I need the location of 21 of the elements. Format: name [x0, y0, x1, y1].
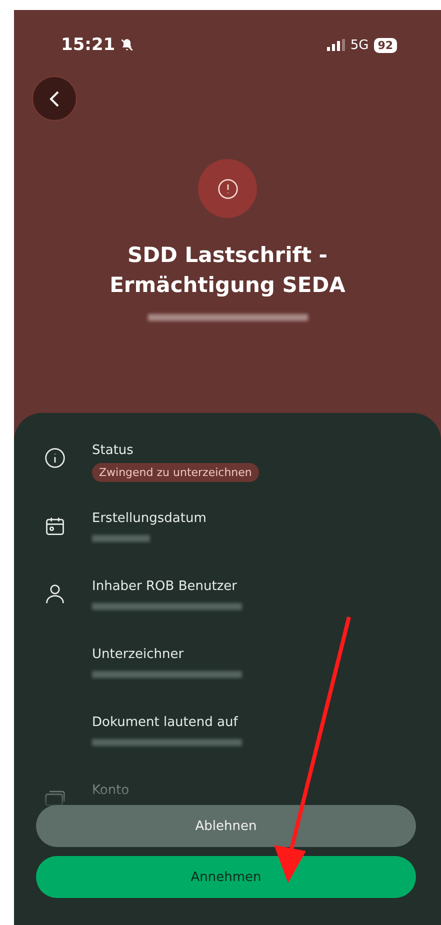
- field-label: Konto: [92, 782, 130, 798]
- battery-level: 92: [374, 38, 397, 52]
- field-label: Status: [92, 442, 134, 458]
- signal-icon: [327, 39, 346, 51]
- decline-button[interactable]: Ablehnen: [36, 805, 416, 847]
- accept-button[interactable]: Annehmen: [36, 856, 416, 898]
- status-tag: Zwingend zu unterzeichnen: [92, 463, 259, 482]
- exclamation-icon: [216, 178, 238, 200]
- field-label: Dokument lautend auf: [92, 714, 240, 730]
- back-icon: [48, 90, 62, 106]
- field-label: Inhaber ROB Benutzer: [92, 578, 238, 594]
- field-label: Unterzeichner: [92, 646, 185, 662]
- calendar-icon: [44, 515, 66, 537]
- person-icon: [44, 583, 66, 605]
- info-icon: [44, 447, 66, 469]
- back-button[interactable]: [32, 76, 77, 121]
- network-label: 5G: [350, 38, 369, 52]
- bell-muted-icon: [120, 38, 134, 52]
- document-title: SDD Lastschrift - Ermächtigung SEDA: [108, 242, 346, 299]
- field-label: Erstellungsdatum: [92, 510, 206, 526]
- status-time: 15:21: [61, 35, 116, 55]
